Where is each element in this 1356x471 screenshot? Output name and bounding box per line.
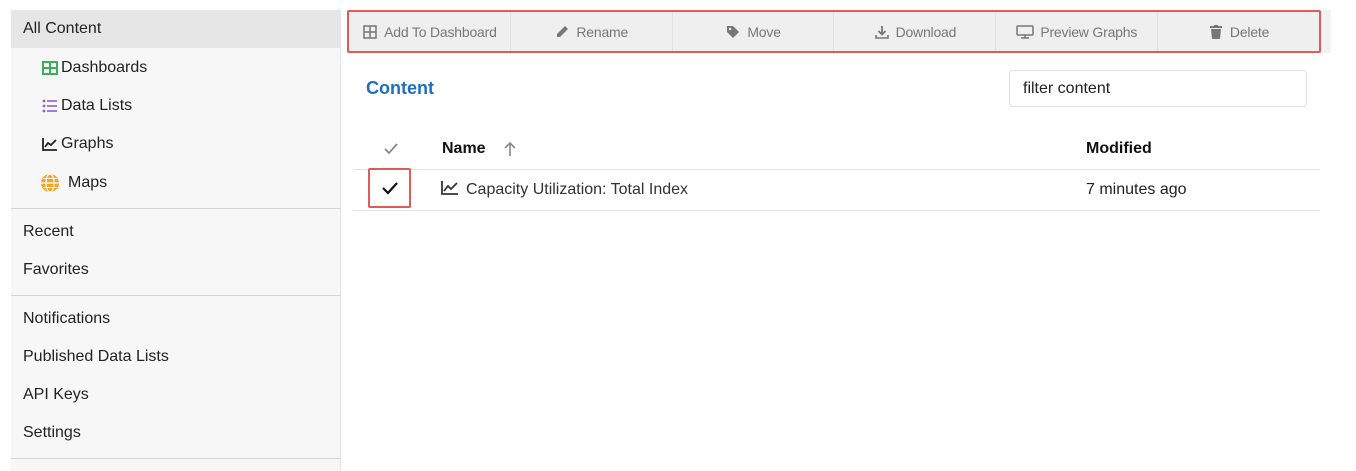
button-label: Add To Dashboard xyxy=(384,23,497,40)
page-title: Content xyxy=(366,78,434,98)
action-toolbar: Add To Dashboard Rename Move Download Pr… xyxy=(347,10,1321,53)
sidebar-divider xyxy=(11,208,341,209)
line-chart-icon xyxy=(441,180,459,198)
button-label: Move xyxy=(747,23,781,40)
filter-content-input[interactable] xyxy=(1009,70,1307,107)
sidebar-item-label: Settings xyxy=(23,424,81,441)
sort-arrow-up-icon[interactable] xyxy=(502,139,518,159)
sidebar-item-dashboards[interactable]: Dashboards xyxy=(11,49,341,87)
download-button[interactable]: Download xyxy=(834,12,997,51)
rename-button[interactable]: Rename xyxy=(511,12,673,51)
sidebar-item-all-content[interactable]: All Content xyxy=(11,10,341,48)
trash-icon xyxy=(1208,24,1224,40)
button-label: Download xyxy=(895,23,957,40)
sidebar-item-api-keys[interactable]: API Keys xyxy=(11,376,341,414)
select-all-checkbox[interactable] xyxy=(381,139,401,159)
sidebar-item-label: Favorites xyxy=(23,261,89,278)
button-label: Preview Graphs xyxy=(1040,23,1138,40)
sidebar: All Content Dashboards Data Lists Graphs… xyxy=(11,10,341,471)
table-header: Name Modified xyxy=(353,128,1320,170)
sidebar-item-label: Data Lists xyxy=(61,97,133,114)
monitor-icon xyxy=(1016,24,1035,40)
column-header-modified[interactable]: Modified xyxy=(1086,140,1152,158)
dashboard-grid-icon xyxy=(40,58,60,78)
column-header-name[interactable]: Name xyxy=(442,140,486,158)
preview-graphs-button[interactable]: Preview Graphs xyxy=(996,12,1159,51)
table-row[interactable]: Capacity Utilization: Total Index 7 minu… xyxy=(353,168,1320,211)
globe-icon xyxy=(40,173,60,193)
tag-icon xyxy=(725,24,741,40)
sidebar-item-label: Notifications xyxy=(23,310,111,327)
sidebar-item-graphs[interactable]: Graphs xyxy=(11,125,341,163)
dashboard-grid-icon xyxy=(362,24,378,40)
sidebar-item-data-lists[interactable]: Data Lists xyxy=(11,87,341,125)
content-item-name[interactable]: Capacity Utilization: Total Index xyxy=(466,181,688,199)
sidebar-item-favorites[interactable]: Favorites xyxy=(11,251,341,289)
pencil-icon xyxy=(554,24,570,40)
button-label: Delete xyxy=(1229,23,1270,40)
move-button[interactable]: Move xyxy=(673,12,835,51)
delete-button[interactable]: Delete xyxy=(1158,12,1319,51)
sidebar-item-label: Recent xyxy=(23,223,74,240)
sidebar-item-label: All Content xyxy=(23,20,102,37)
sidebar-divider xyxy=(11,295,341,296)
add-to-dashboard-button[interactable]: Add To Dashboard xyxy=(349,12,511,51)
sidebar-item-settings[interactable]: Settings xyxy=(11,414,341,452)
content-item-modified: 7 minutes ago xyxy=(1086,181,1187,198)
row-checkbox[interactable] xyxy=(368,168,411,208)
sidebar-item-recent[interactable]: Recent xyxy=(11,213,341,251)
sidebar-divider xyxy=(11,458,341,459)
list-icon xyxy=(40,96,60,116)
download-icon xyxy=(874,24,890,40)
sidebar-item-published-data-lists[interactable]: Published Data Lists xyxy=(11,338,341,376)
line-chart-icon xyxy=(40,134,60,154)
sidebar-item-label: Graphs xyxy=(61,135,114,152)
sidebar-item-label: API Keys xyxy=(23,386,89,403)
sidebar-item-notifications[interactable]: Notifications xyxy=(11,300,341,338)
sidebar-item-label: Published Data Lists xyxy=(23,348,169,365)
toolbar-edge xyxy=(1321,10,1331,53)
sidebar-item-label: Maps xyxy=(68,174,108,191)
sidebar-item-label: Dashboards xyxy=(61,59,148,76)
button-label: Rename xyxy=(576,23,629,40)
sidebar-item-maps[interactable]: Maps xyxy=(11,164,341,202)
